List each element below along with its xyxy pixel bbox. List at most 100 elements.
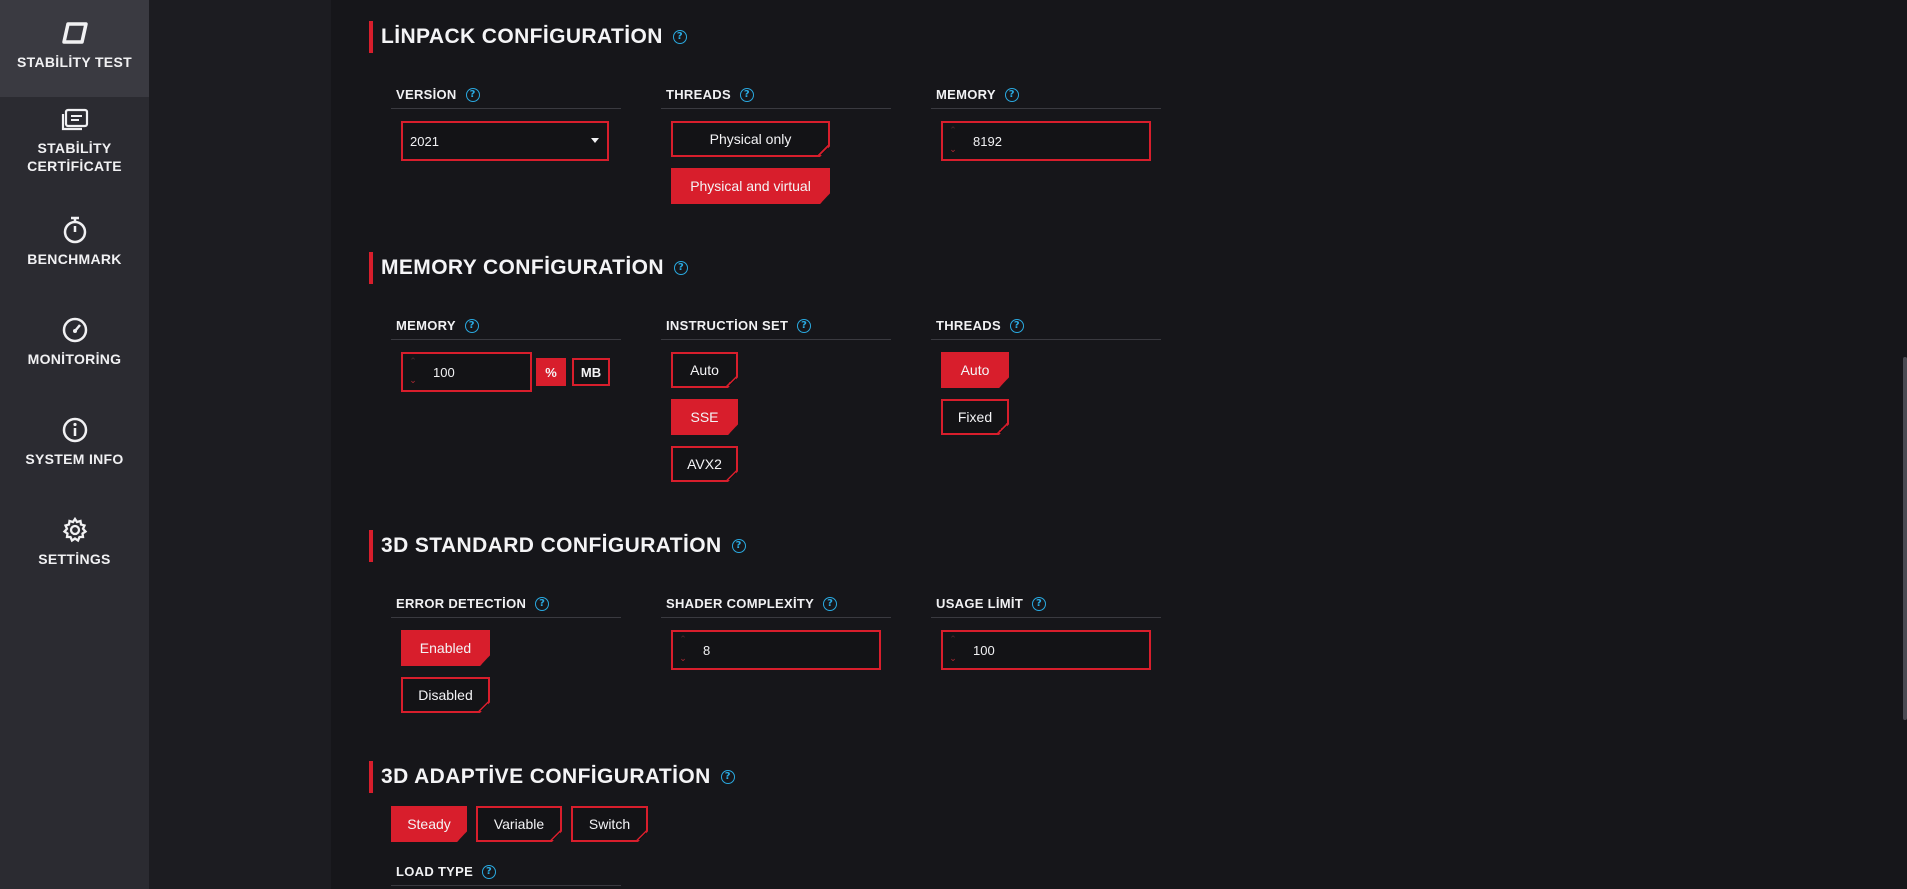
chevron-down-icon[interactable]: ⌄ <box>949 146 957 155</box>
help-icon[interactable]: ? <box>535 596 550 611</box>
field-label-text: USAGE LİMİT <box>936 596 1024 611</box>
section-title-text: LİNPACK CONFİGURATİON <box>381 25 663 48</box>
nav-monitoring[interactable]: MONİTORİNG <box>0 315 149 375</box>
input-value: 8192 <box>973 134 1002 149</box>
nav-label: BENCHMARK <box>27 251 122 267</box>
option-label: Fixed <box>957 409 993 425</box>
chevron-up-icon[interactable]: ⌃ <box>679 636 687 645</box>
option-label: Switch <box>588 816 631 832</box>
field-label: MEMORY ? <box>391 312 621 340</box>
spin-buttons[interactable]: ⌃ ⌄ <box>948 127 958 155</box>
help-icon[interactable]: ? <box>1032 596 1047 611</box>
adaptive-variable-option[interactable]: Variable <box>476 806 562 842</box>
section-accent-bar <box>369 21 373 53</box>
sidebar: STABİLİTY TEST STABİLİTY CERTİFİCATE BEN… <box>0 0 149 889</box>
help-icon[interactable]: ? <box>823 596 838 611</box>
linpack-threads-field: THREADS ? <box>661 81 891 109</box>
linpack-memory-input[interactable]: ⌃ ⌄ 8192 <box>941 121 1151 161</box>
load-type-field: LOAD TYPE ? <box>391 858 621 886</box>
field-label-text: MEMORY <box>396 318 456 333</box>
shader-complexity-field: SHADER COMPLEXİTY ? <box>661 590 891 618</box>
nav-label: STABİLİTY TEST <box>17 54 132 70</box>
gear-icon <box>60 515 90 545</box>
field-label: USAGE LİMİT ? <box>931 590 1161 618</box>
spin-buttons[interactable]: ⌃ ⌄ <box>408 358 418 386</box>
help-icon[interactable]: ? <box>739 87 754 102</box>
chevron-down-icon[interactable]: ⌄ <box>679 655 687 664</box>
chevron-up-icon[interactable]: ⌃ <box>949 636 957 645</box>
standard3d-section-title: 3D STANDARD CONFİGURATİON ? <box>369 530 746 562</box>
stability-test-icon <box>60 18 90 48</box>
field-label: THREADS ? <box>931 312 1161 340</box>
error-detection-disabled-option[interactable]: Disabled <box>401 677 490 713</box>
adaptive3d-section-title: 3D ADAPTİVE CONFİGURATİON ? <box>369 761 735 793</box>
nav-stability-certificate[interactable]: STABİLİTY CERTİFİCATE <box>0 105 149 187</box>
vertical-scrollbar[interactable] <box>1903 357 1907 720</box>
linpack-version-field: VERSİON ? <box>391 81 621 109</box>
option-label: Variable <box>493 816 545 832</box>
help-icon[interactable]: ? <box>673 261 688 275</box>
chevron-up-icon[interactable]: ⌃ <box>409 358 417 367</box>
help-icon[interactable]: ? <box>672 30 687 44</box>
nav-stability-test[interactable]: STABİLİTY TEST <box>0 0 149 97</box>
field-label-text: VERSİON <box>396 87 457 102</box>
nav-label: SYSTEM INFO <box>25 451 124 467</box>
chevron-down-icon[interactable]: ⌄ <box>409 377 417 386</box>
input-value: 100 <box>973 643 995 658</box>
usage-limit-input[interactable]: ⌃ ⌄ 100 <box>941 630 1151 670</box>
option-label: Physical only <box>709 131 792 147</box>
instruction-sse-option[interactable]: SSE <box>671 399 738 435</box>
spin-buttons[interactable]: ⌃ ⌄ <box>678 636 688 664</box>
memory-threads-auto-option[interactable]: Auto <box>941 352 1009 388</box>
spin-buttons[interactable]: ⌃ ⌄ <box>948 636 958 664</box>
adaptive-steady-option[interactable]: Steady <box>391 806 467 842</box>
help-icon[interactable]: ? <box>464 318 479 333</box>
option-label: Auto <box>960 362 990 378</box>
field-label: MEMORY ? <box>931 81 1161 109</box>
input-value: 8 <box>703 643 711 658</box>
field-label-text: MEMORY <box>936 87 996 102</box>
adaptive-switch-option[interactable]: Switch <box>571 806 648 842</box>
instruction-avx2-option[interactable]: AVX2 <box>671 446 738 482</box>
chevron-down-icon <box>591 138 599 143</box>
linpack-memory-field: MEMORY ? <box>931 81 1161 109</box>
nav-label: MONİTORİNG <box>27 351 122 367</box>
gauge-icon <box>60 315 90 345</box>
section-title-text: 3D STANDARD CONFİGURATİON <box>381 534 722 557</box>
threads-physical-and-virtual-option[interactable]: Physical and virtual <box>671 168 830 204</box>
field-label: ERROR DETECTİON ? <box>391 590 621 618</box>
unit-mb-button[interactable]: MB <box>572 358 610 386</box>
nav-benchmark[interactable]: BENCHMARK <box>0 215 149 275</box>
chevron-up-icon[interactable]: ⌃ <box>949 127 957 136</box>
nav-system-info[interactable]: SYSTEM INFO <box>0 415 149 475</box>
main-content: LİNPACK CONFİGURATİON ? VERSİON ? 2021 T… <box>331 0 1907 889</box>
version-select[interactable]: 2021 <box>401 121 609 161</box>
field-label-text: INSTRUCTİON SET <box>666 318 789 333</box>
help-icon[interactable]: ? <box>465 87 480 102</box>
memory-amount-input[interactable]: ⌃ ⌄ 100 <box>401 352 532 392</box>
instruction-auto-option[interactable]: Auto <box>671 352 738 388</box>
section-accent-bar <box>369 761 373 793</box>
option-label: Disabled <box>418 687 473 703</box>
help-icon[interactable]: ? <box>482 864 497 879</box>
unit-percent-button[interactable]: % <box>536 358 566 386</box>
certificate-icon <box>60 105 90 135</box>
help-icon[interactable]: ? <box>731 539 746 553</box>
chevron-down-icon[interactable]: ⌄ <box>949 655 957 664</box>
threads-physical-only-option[interactable]: Physical only <box>671 121 830 157</box>
shader-complexity-input[interactable]: ⌃ ⌄ 8 <box>671 630 881 670</box>
error-detection-field: ERROR DETECTİON ? <box>391 590 621 618</box>
help-icon[interactable]: ? <box>1004 87 1019 102</box>
version-select-value: 2021 <box>410 133 439 149</box>
nav-settings[interactable]: SETTİNGS <box>0 515 149 575</box>
help-icon[interactable]: ? <box>720 770 735 784</box>
field-label: LOAD TYPE ? <box>391 858 621 886</box>
help-icon[interactable]: ? <box>797 318 812 333</box>
help-icon[interactable]: ? <box>1009 318 1024 333</box>
error-detection-enabled-option[interactable]: Enabled <box>401 630 490 666</box>
section-accent-bar <box>369 252 373 284</box>
field-label-text: ERROR DETECTİON <box>396 596 527 611</box>
memory-threads-fixed-option[interactable]: Fixed <box>941 399 1009 435</box>
field-label: VERSİON ? <box>391 81 621 109</box>
info-icon <box>60 415 90 445</box>
